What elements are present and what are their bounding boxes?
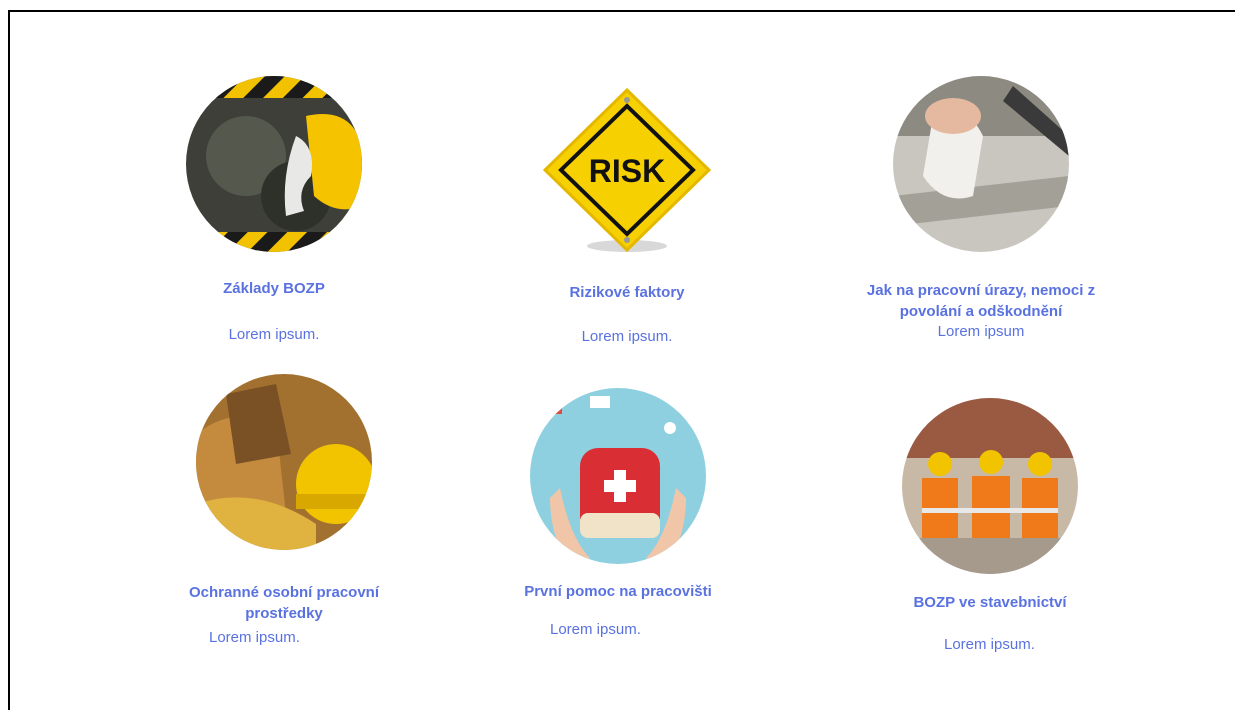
risk-sign-text: RISK	[589, 153, 665, 189]
card-description: Lorem ipsum	[937, 323, 1025, 340]
card-rizikove-faktory[interactable]: RISK Rizikové faktory Lorem ipsum.	[537, 88, 717, 347]
protective-equipment-icon[interactable]	[196, 374, 372, 550]
card-zaklady-bozp[interactable]: Základy BOZP Lorem ipsum.	[186, 76, 362, 345]
hardhat-hazard-icon[interactable]	[186, 76, 362, 252]
card-description: Lorem ipsum.	[581, 328, 673, 345]
card-prvni-pomoc[interactable]: První pomoc na pracovišti Lorem ipsum.	[500, 388, 736, 640]
card-bozp-stavebnictvi[interactable]: BOZP ve stavebnictví Lorem ipsum.	[880, 398, 1100, 655]
card-description: Lorem ipsum.	[550, 621, 641, 638]
card-title[interactable]: BOZP ve stavebnictví	[880, 592, 1100, 613]
construction-workers-icon[interactable]	[902, 398, 1078, 574]
card-description: Lorem ipsum.	[209, 629, 300, 646]
card-title[interactable]: Rizikové faktory	[537, 282, 717, 303]
card-title[interactable]: Základy BOZP	[186, 278, 362, 299]
card-description: Lorem ipsum.	[944, 636, 1035, 653]
card-pracovni-urazy[interactable]: Jak na pracovní úrazy, nemoci z povolání…	[843, 76, 1119, 342]
card-title[interactable]: První pomoc na pracovišti	[500, 581, 736, 602]
risk-sign-icon[interactable]: RISK	[539, 88, 715, 258]
card-title[interactable]: Ochranné osobní pracovní prostředky	[171, 582, 397, 624]
card-title[interactable]: Jak na pracovní úrazy, nemoci z povolání…	[843, 280, 1119, 322]
card-oopp[interactable]: Ochranné osobní pracovní prostředky Lore…	[171, 374, 397, 648]
first-aid-kit-icon[interactable]	[530, 388, 706, 564]
injured-foot-icon[interactable]	[893, 76, 1069, 252]
card-description: Lorem ipsum.	[228, 326, 320, 343]
